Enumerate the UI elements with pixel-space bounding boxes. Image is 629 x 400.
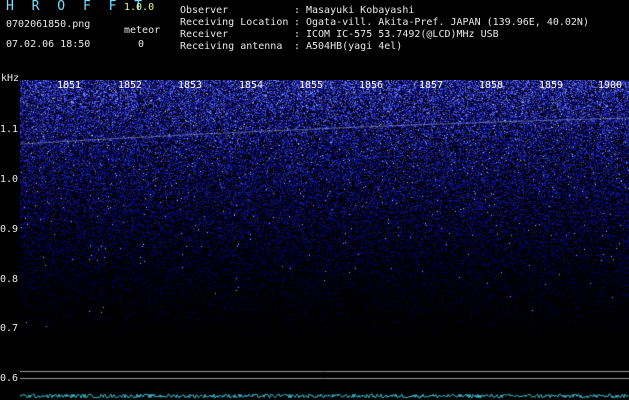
x-tick-label: 1857 — [419, 80, 444, 91]
meta-key: Observer — [180, 5, 229, 16]
x-tick-label: 1900 — [598, 80, 623, 91]
y-tick-label: 0.9 — [0, 224, 19, 235]
meteor-count: 0 — [138, 39, 145, 50]
y-tick-label: 0.8 — [0, 274, 19, 285]
file-datetime: 07.02.06 18:50 — [6, 39, 91, 50]
meta-value: Ogata-vill. Akita-Pref. JAPAN (139.96E, … — [306, 17, 589, 28]
x-tick-label: 1859 — [539, 80, 564, 91]
x-tick-label: 1851 — [57, 80, 82, 91]
meteor-label: meteor — [124, 25, 161, 36]
meta-location: Receiving Location: Ogata-vill. Akita-Pre… — [180, 17, 589, 28]
meta-value: A504HB(yagi 4el) — [306, 41, 403, 52]
app-version: 1.0.0 — [124, 2, 155, 13]
meta-antenna: Receiving antenna: A504HB(yagi 4el) — [180, 41, 403, 52]
x-tick-label: 1854 — [239, 80, 264, 91]
x-tick-label: 1856 — [359, 80, 384, 91]
y-tick-label: 0.7 — [0, 323, 19, 334]
x-tick-label: 1855 — [299, 80, 324, 91]
meta-key: Receiving Location — [180, 17, 289, 28]
spectrogram-canvas — [20, 80, 629, 400]
meta-value: ICOM IC-575 53.7492(@LCD)MHz USB — [306, 29, 499, 40]
file-name: 0702061850.png — [6, 19, 91, 30]
meta-observer: Observer: Masayuki Kobayashi — [180, 5, 415, 16]
x-tick-label: 1853 — [178, 80, 203, 91]
meta-key: Receiver — [180, 29, 229, 40]
x-tick-label: 1858 — [479, 80, 504, 91]
meta-receiver: Receiver: ICOM IC-575 53.7492(@LCD)MHz US… — [180, 29, 499, 40]
meta-value: Masayuki Kobayashi — [306, 5, 415, 16]
y-tick-label: 1.0 — [0, 174, 19, 185]
meta-key: Receiving antenna — [180, 41, 283, 52]
y-tick-label: 0.6 — [0, 373, 19, 384]
x-tick-label: 1852 — [118, 80, 143, 91]
frequency-unit: kHz — [1, 73, 20, 84]
y-tick-label: 1.1 — [0, 124, 19, 135]
